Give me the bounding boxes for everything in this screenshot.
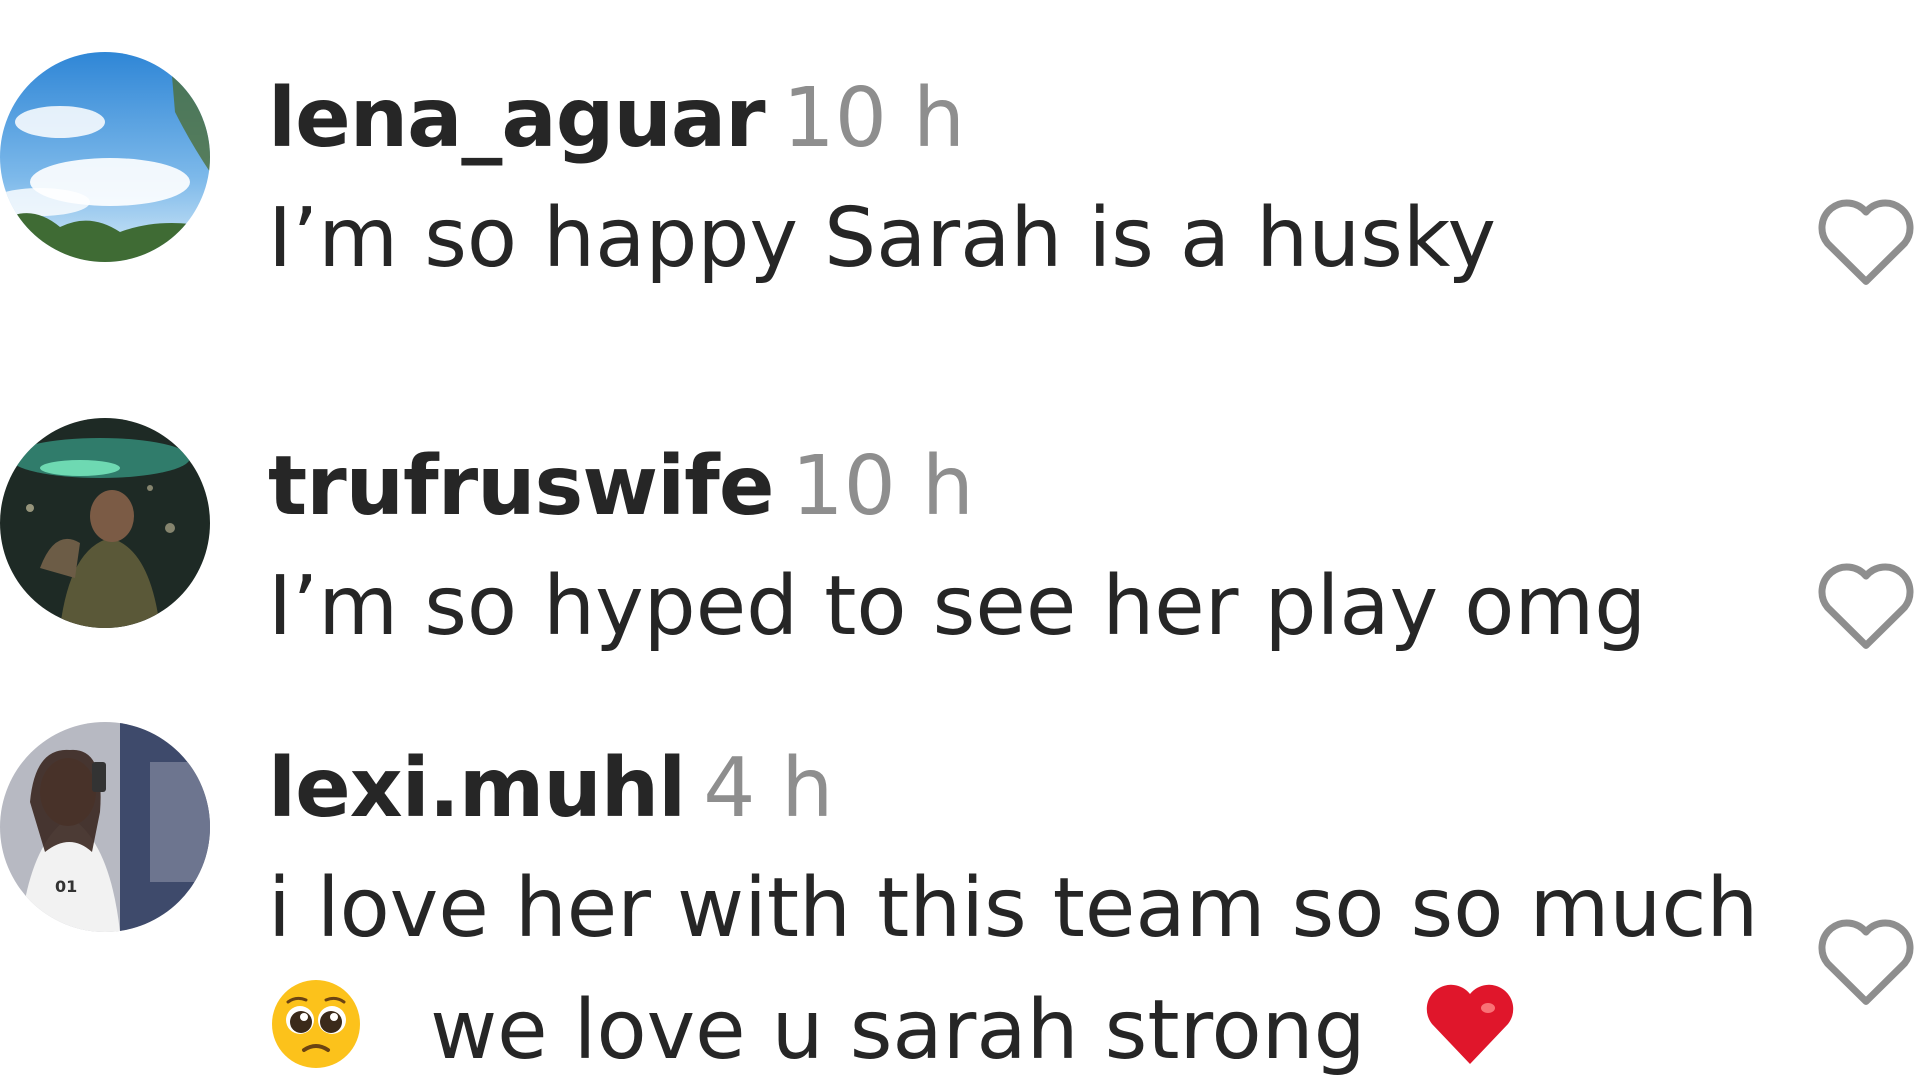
comment-text-fragment: we love u sarah strong: [430, 983, 1366, 1078]
like-button[interactable]: [1812, 556, 1920, 652]
timestamp: 10 h: [782, 71, 966, 166]
comment-text: I’m so hyped to see her play omg: [268, 559, 1647, 654]
pleading-face-emoji-icon: [268, 976, 364, 1072]
timestamp: 10 h: [791, 439, 974, 534]
timestamp: 4 h: [703, 741, 834, 836]
username[interactable]: lexi.muhl: [268, 741, 686, 836]
comment-list: lena_aguar 10 h I’m so happy Sarah is a h…: [0, 0, 1920, 1080]
avatar[interactable]: 01: [0, 722, 210, 932]
avatar[interactable]: [0, 418, 210, 628]
username[interactable]: lena_aguar: [268, 71, 766, 166]
comment-text: I’m so happy Sarah is a husky: [268, 191, 1496, 286]
svg-text:01: 01: [55, 877, 77, 896]
like-button[interactable]: [1812, 912, 1920, 1008]
comment-text-line: we love u sarah strong: [268, 970, 1758, 1080]
username[interactable]: trufruswife: [268, 439, 774, 534]
heart-outline-icon: [1818, 199, 1914, 285]
comment-text: i love her with this team so so much we …: [268, 848, 1758, 1080]
red-heart-emoji-icon: [1422, 976, 1518, 1072]
comment-text-line: i love her with this team so so much: [268, 861, 1759, 956]
avatar[interactable]: [0, 52, 210, 262]
like-button[interactable]: [1812, 192, 1920, 288]
heart-outline-icon: [1818, 563, 1914, 649]
heart-outline-icon: [1818, 919, 1914, 1005]
